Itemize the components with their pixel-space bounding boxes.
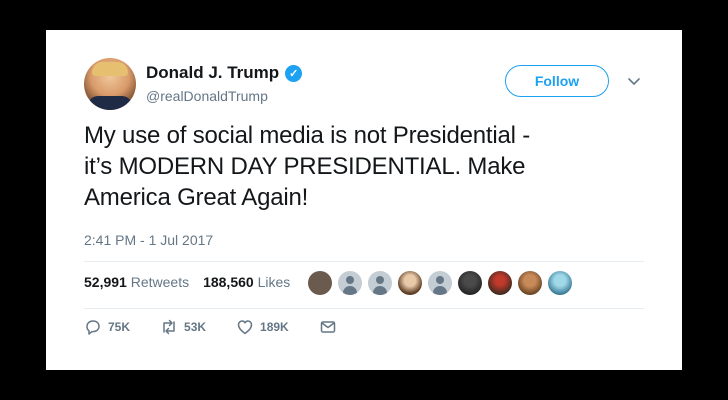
retweets-stat[interactable]: 52,991 Retweets [84, 274, 189, 290]
tweet-text-line: My use of social media is not Presidenti… [84, 122, 531, 149]
retweet-icon [163, 319, 175, 335]
retweets-count: 52,991 [84, 274, 127, 290]
tweet-card: Donald J. Trump ✓ @realDonaldTrump Follo… [46, 30, 682, 370]
tweet-text-line: America Great Again! [84, 184, 309, 212]
liker-avatar[interactable] [518, 271, 542, 295]
engagement-stats: 52,991 Retweets 188,560 Likes [84, 274, 290, 290]
liker-avatar[interactable] [338, 271, 362, 295]
chevron-down-icon[interactable] [626, 73, 642, 89]
retweet-count: 53K [184, 320, 207, 334]
tweet-actions: 75K 53K 189K [84, 318, 367, 336]
author-name-text[interactable]: Donald J. Trump [146, 63, 279, 83]
liker-avatars [308, 271, 572, 295]
divider [84, 261, 644, 262]
liker-avatar[interactable] [548, 271, 572, 295]
liker-avatar[interactable] [428, 271, 452, 295]
author-avatar[interactable] [84, 58, 136, 110]
author-name[interactable]: Donald J. Trump ✓ [146, 63, 303, 83]
liker-avatar[interactable] [458, 271, 482, 295]
likes-label: Likes [257, 274, 291, 290]
tweet-timestamp[interactable]: 2:41 PM - 1 Jul 2017 [84, 232, 213, 248]
retweets-label: Retweets [130, 274, 190, 290]
liker-avatar[interactable] [398, 271, 422, 295]
tweet-text-line: it’s MODERN DAY PRESIDENTIAL. Make [84, 153, 526, 181]
likes-count: 188,560 [203, 274, 254, 290]
divider [84, 308, 644, 309]
reply-count: 75K [108, 320, 131, 334]
like-count: 189K [260, 320, 289, 334]
like-button[interactable]: 189K [236, 318, 289, 336]
likes-stat[interactable]: 188,560 Likes [203, 274, 290, 290]
retweet-button[interactable]: 53K [160, 318, 206, 336]
tweet-text: My use of social media is not Presidenti… [84, 120, 644, 214]
reply-button[interactable]: 75K [84, 318, 130, 336]
envelope-icon [320, 321, 335, 333]
message-button[interactable] [319, 318, 337, 336]
verified-badge-icon: ✓ [285, 64, 303, 82]
author-handle[interactable]: @realDonaldTrump [146, 88, 268, 104]
liker-avatar[interactable] [368, 271, 392, 295]
heart-icon [237, 320, 253, 335]
liker-avatar[interactable] [488, 271, 512, 295]
liker-avatar[interactable] [308, 271, 332, 295]
follow-button[interactable]: Follow [505, 65, 609, 97]
reply-icon [86, 320, 100, 335]
